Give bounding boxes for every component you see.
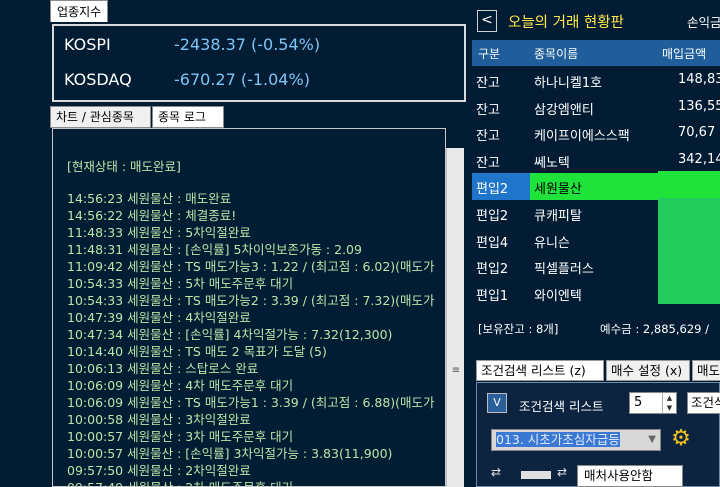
row-type: 잔고 xyxy=(476,102,500,118)
log-line: 11:09:42 세원물산 : TS 매도가능3 : 1.22 / (최고점 :… xyxy=(67,259,435,274)
trade-row[interactable]: 편입2 세원물산 xyxy=(472,173,720,201)
index-name: KOSDAQ xyxy=(64,70,132,89)
log-scrollbar[interactable]: ≡ xyxy=(446,148,464,487)
log-line: 10:00:57 세원물산 : [손익률] 3차익절가능 : 3.83(11,9… xyxy=(67,446,393,461)
row-amount: 136,55 xyxy=(678,98,720,114)
row-type: 편입4 xyxy=(476,235,509,251)
row-type: 편입1 xyxy=(476,288,509,304)
condition-select[interactable]: 013. 시초가초심자급등 ▼ xyxy=(491,429,661,451)
row-name: 쎄노텍 xyxy=(534,155,570,171)
log-line: 10:06:13 세원물산 : 스탑로스 완료 xyxy=(67,361,259,376)
log-panel: [현재상태 : 매도완료] 14:56:23 세원물산 : 매도완료 14:56:… xyxy=(52,128,446,487)
chevron-down-icon: ▼ xyxy=(648,434,656,445)
condition-formula-select[interactable]: 조건식 xyxy=(687,392,720,414)
bottom-controls: ⇄ ⇄ 매처사용안함 xyxy=(491,465,720,487)
trade-row[interactable]: 잔고 케이프이에스스팩 70,67 xyxy=(472,120,720,147)
row-name: 케이프이에스스팩 xyxy=(534,129,630,145)
row-type: 편입2 xyxy=(476,182,509,198)
scrollbar-gap xyxy=(446,128,464,148)
log-line: 09:57:50 세원물산 : 2차익절완료 xyxy=(67,463,251,478)
log-line: 14:56:22 세원물산 : 체결종료! xyxy=(67,208,237,223)
col-name: 종목이름 xyxy=(534,47,579,61)
row-type: 잔고 xyxy=(476,76,500,91)
tab-sell-settings[interactable]: 매도 xyxy=(692,360,720,381)
log-line: 10:00:58 세원물산 : 3차익절완료 xyxy=(67,412,251,427)
index-panel: KOSPI -2438.37 (-0.54%) KOSDAQ -670.27 (… xyxy=(52,24,466,102)
slider-track[interactable] xyxy=(521,471,551,479)
trade-row[interactable]: 편입4 유니슨 xyxy=(472,227,720,254)
deposit: 예수금 : 2,885,629 / xyxy=(600,322,709,336)
row-name: 하나니켈1호 xyxy=(534,76,603,91)
row-amount: 70,67 xyxy=(678,125,716,141)
row-name: 큐캐피탈 xyxy=(534,209,582,224)
condition-list-label: 조건검색 리스트 xyxy=(519,399,604,414)
trade-panel-title: 오늘의 거래 현황판 xyxy=(508,15,624,31)
row-type: 편입2 xyxy=(476,262,509,278)
swap-icon[interactable]: ⇄ xyxy=(491,465,501,479)
condition-area: 조건검색 리스트 (z) 매수 설정 (x) 매도 V 조건검색 리스트 5 ▲… xyxy=(472,350,720,487)
index-value: -670.27 (-1.04%) xyxy=(174,70,310,89)
index-name: KOSPI xyxy=(64,35,111,54)
col-type: 구분 xyxy=(478,47,501,61)
row-name: 삼강엠앤티 xyxy=(534,102,594,118)
index-tab-strip: 업종지수 xyxy=(0,0,470,22)
count-stepper[interactable]: 5 ▲ ▼ xyxy=(629,392,677,414)
gear-icon[interactable]: ⚙ xyxy=(669,427,693,451)
row-type: 잔고 xyxy=(476,129,500,145)
log-line: 10:47:34 세원물산 : [손익률] 4차익절가능 : 7.32(12,3… xyxy=(67,327,393,342)
log-line: 10:54:33 세원물산 : TS 매도가능2 : 3.39 / (최고점 :… xyxy=(67,293,435,308)
row-amount: 148,83 xyxy=(678,72,720,87)
row-name: 세원물산 xyxy=(534,182,582,198)
tab-index[interactable]: 업종지수 xyxy=(50,0,109,22)
log-line: 10:06:09 세원물산 : TS 매도가능1 : 3.39 / (최고점 :… xyxy=(67,395,435,410)
profit-label: 손익금 xyxy=(687,15,720,30)
trade-table-header: 구분 종목이름 매입금액 xyxy=(472,40,720,66)
log-line: 14:56:23 세원물산 : 매도완료 xyxy=(67,191,232,206)
tab-stock-log[interactable]: 종목 로그 xyxy=(152,106,224,128)
back-button[interactable]: < xyxy=(477,10,497,32)
log-line: 09:57:49 세원물산 : 2차 매도주문후 대기 xyxy=(67,479,445,486)
log-line: 10:54:33 세원물산 : 5차 매도주문후 대기 xyxy=(67,276,294,291)
log-line: 10:47:39 세원물산 : 4차익절완료 xyxy=(67,310,251,325)
tab-condition-list[interactable]: 조건검색 리스트 (z) xyxy=(476,360,604,381)
condition-box: V 조건검색 리스트 5 ▲▼ 조건식 013. 시초가초심자급등 ▼ ⚙ ⇄ … xyxy=(476,382,720,487)
log-line: 10:00:57 세원물산 : 3차 매도주문후 대기 xyxy=(67,429,294,444)
row-type: 편입2 xyxy=(476,209,509,224)
row-amount: 342,14 xyxy=(678,151,720,167)
tab-buy-settings[interactable]: 매수 설정 (x) xyxy=(606,360,690,381)
trade-row[interactable]: 편입1 와이엔텍 xyxy=(472,280,720,307)
trade-row[interactable]: 잔고 삼강엠앤티 136,55 xyxy=(472,94,720,121)
log-line: 11:48:31 세원물산 : [손익률] 5차이익보존가동 : 2.09 xyxy=(67,242,362,257)
index-value: -2438.37 (-0.54%) xyxy=(174,35,321,54)
log-line: 11:48:33 세원물산 : 5차익절완료 xyxy=(67,225,251,240)
condition-toggle-checkbox[interactable]: V xyxy=(487,393,507,413)
log-list: 14:56:23 세원물산 : 매도완료 14:56:22 세원물산 : 체결종료… xyxy=(67,190,445,486)
trade-row[interactable]: 잔고 하나니켈1호 148,83 xyxy=(472,67,720,94)
holdings-count: [보유잔고 : 8개] xyxy=(478,322,559,336)
trade-row[interactable]: 잔고 쎄노텍 342,14 xyxy=(472,147,720,174)
log-status: [현재상태 : 매도완료] xyxy=(67,159,181,174)
matcher-select[interactable]: 매처사용안함 xyxy=(577,465,683,487)
stepper-arrows-icon[interactable]: ▲ ▼ xyxy=(662,393,676,413)
row-name: 유니슨 xyxy=(534,235,570,251)
count-value: 5 xyxy=(634,395,643,410)
trade-row[interactable]: 편입2 픽셀플러스 xyxy=(472,253,720,280)
summary-bar: [보유잔고 : 8개] 예수금 : 2,885,629 / xyxy=(472,314,720,342)
log-line: 10:14:40 세원물산 : TS 매도 2 목표가 도달 (5) xyxy=(67,344,327,359)
log-line: 10:06:09 세원물산 : 4차 매도주문후 대기 xyxy=(67,378,294,393)
trade-row[interactable]: 편입2 큐캐피탈 xyxy=(472,200,720,227)
scrollbar-thumb-icon[interactable]: ≡ xyxy=(450,363,462,379)
trade-panel: < 오늘의 거래 현황판 손익금 구분 종목이름 매입금액 잔고 하나니켈1호 14… xyxy=(472,0,720,487)
col-amount: 매입금액 xyxy=(662,47,707,61)
tab-chart-watchlist[interactable]: 차트 / 관심종목 xyxy=(50,106,151,128)
index-row-kospi: KOSPI -2438.37 (-0.54%) xyxy=(64,35,454,57)
row-name: 와이엔텍 xyxy=(534,288,582,304)
index-row-kosdaq: KOSDAQ -670.27 (-1.04%) xyxy=(64,70,454,92)
row-type: 잔고 xyxy=(476,155,500,171)
swap-icon[interactable]: ⇄ xyxy=(557,465,567,479)
row-name: 픽셀플러스 xyxy=(534,262,594,278)
selected-condition: 013. 시초가초심자급등 xyxy=(496,432,620,447)
